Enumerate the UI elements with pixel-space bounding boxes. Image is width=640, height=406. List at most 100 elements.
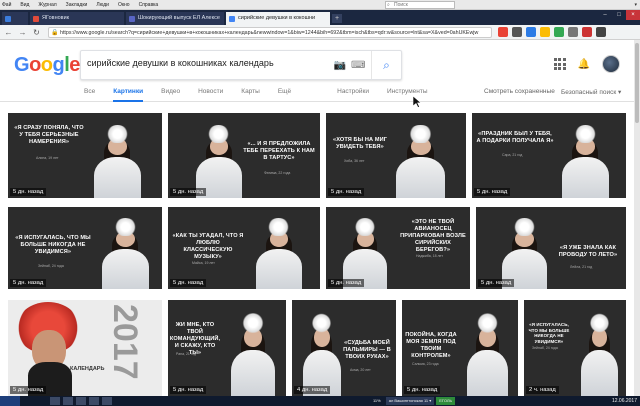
image-result[interactable]: «КАК ТЫ УГАДАЛ, ЧТО Я ЛЮБЛЮ КЛАССИЧЕСКУЮ… [168, 207, 320, 289]
tray-item[interactable]: ал Вашингтонская 11 ▾ [385, 397, 435, 405]
start-button[interactable] [0, 396, 20, 406]
extension-icon[interactable] [540, 27, 550, 37]
image-quote: «Я ИСПУГАЛАСЬ, ЧТО МЫ БОЛЬШЕ НИКОГДА НЕ … [528, 322, 570, 344]
image-quote: «ХОТЯ БЫ НА МиГ УВИДЕТЬ ТЕБЯ» [332, 137, 387, 150]
taskbar-app-icon[interactable] [50, 397, 60, 405]
extension-icon[interactable] [554, 27, 564, 37]
apps-grid-icon[interactable] [553, 58, 566, 70]
logo-letter: e [69, 54, 80, 76]
taskbar-app-icon[interactable] [76, 397, 86, 405]
extension-icon[interactable] [512, 27, 522, 37]
taskbar-app-icon[interactable] [102, 397, 112, 405]
browser-tab[interactable] [2, 12, 28, 25]
google-header: Google 📷 ⌨ ⌕ 🔔 Все Картинки Видео Новост… [0, 40, 634, 102]
forward-arrow-icon[interactable]: → [17, 27, 28, 38]
tab-all[interactable]: Все [84, 88, 95, 102]
image-quote: «Я СРАЗУ ПОНЯЛА, ЧТО У ТЕБЯ СЕРЬЕЗНЫЕ НА… [14, 125, 84, 145]
tab-images[interactable]: Картинки [113, 88, 144, 102]
google-logo[interactable]: Google [14, 54, 80, 77]
os-menu-item[interactable]: Окно [118, 0, 130, 10]
extension-icon[interactable] [582, 27, 592, 37]
image-signature: Зейнаб, 24 года [38, 264, 64, 268]
image-result[interactable]: «Я УЖЕ ЗНАЛА КАК ПРОВОДУ ТО ЛЕТО» Лейла,… [476, 207, 626, 289]
image-quote: «ЭТО НЕ ТВОЙ АВИАНОСЕЦ ПРИПАРКОВАН ВОЗЛЕ… [400, 219, 466, 253]
tab-settings[interactable]: Настройки [337, 88, 369, 102]
back-arrow-icon[interactable]: ← [3, 27, 14, 38]
os-menu-item[interactable]: Справка [139, 0, 159, 10]
taskbar-apps [50, 397, 112, 405]
os-menubar: Фай Вид Журнал Закладки Люди Окно Справк… [0, 0, 640, 10]
avatar[interactable] [602, 55, 620, 73]
image-signature: Алина, 19 лет [36, 156, 59, 160]
safe-search-toggle[interactable]: Безопасный поиск ▾ [561, 88, 621, 96]
os-menu-item[interactable]: Закладки [66, 0, 88, 10]
search-button[interactable]: ⌕ [371, 51, 401, 79]
image-signature: Зейнаб, 24 года [532, 346, 558, 350]
os-status-icons: ▾ [634, 0, 637, 10]
extension-icon[interactable] [568, 27, 578, 37]
image-result[interactable]: «... И Я ПРЕДЛОЖИЛА ТЕБЕ ПЕРЕЕХАТЬ К НАМ… [168, 113, 320, 198]
tab-maps[interactable]: Карты [241, 88, 260, 102]
taskbar-clock: 12.06.2017 [611, 398, 637, 404]
image-result[interactable]: «ЭТО НЕ ТВОЙ АВИАНОСЕЦ ПРИПАРКОВАН ВОЗЛЕ… [326, 207, 470, 289]
keyboard-icon[interactable]: ⌨ [351, 59, 365, 73]
search-input[interactable] [87, 58, 327, 68]
image-result[interactable]: «СУДЬБА МОЕЙ ПАЛЬМИРЫ — В ТВОИХ РУКАХ» А… [292, 300, 396, 396]
browser-tab-active[interactable]: сирийские девушки в кокошни [226, 12, 330, 25]
calendar-year: 2017 [106, 304, 144, 380]
image-result[interactable]: 2017 КАЛЕНДАРЬ 5 дн. назад [8, 300, 162, 396]
tab-title: ЯГовновик [42, 15, 70, 21]
saved-images-link[interactable]: Смотреть сохраненные [484, 88, 555, 95]
image-age-badge: 5 дн. назад [474, 188, 511, 196]
image-result[interactable]: «Я ИСПУГАЛАСЬ, ЧТО МЫ БОЛЬШЕ НИКОГДА НЕ … [524, 300, 626, 396]
tab-news[interactable]: Новости [198, 88, 223, 102]
chevron-down-icon[interactable]: ▾ [634, 2, 637, 8]
minimize-icon[interactable]: – [598, 10, 612, 20]
image-result[interactable]: ЖИ МНЕ, КТО ТВОЙ КОМАНДУЮЩИЙ, И СКАЖУ, К… [168, 300, 286, 396]
extension-icon[interactable] [498, 27, 508, 37]
close-icon[interactable]: × [626, 10, 640, 20]
os-menu-item[interactable]: Люди [96, 0, 109, 10]
tab-favicon-icon [5, 15, 11, 22]
taskbar-app-icon[interactable] [63, 397, 73, 405]
image-age-badge: 5 дн. назад [328, 279, 365, 287]
tab-more[interactable]: Ещё [278, 88, 291, 102]
camera-icon[interactable]: 📷 [333, 59, 347, 73]
browser-tabbar: ЯГовновик Шокирующий выпуск ЕЛ Алексе си… [0, 10, 640, 25]
image-quote: «Я ИСПУГАЛАСЬ, ЧТО МЫ БОЛЬШЕ НИКОГДА НЕ … [15, 235, 91, 255]
taskbar-app-icon[interactable] [89, 397, 99, 405]
reload-icon[interactable]: ↻ [31, 27, 42, 38]
browser-tab[interactable]: ЯГовновик [30, 12, 124, 25]
calendar-title: КАЛЕНДАРЬ [70, 366, 105, 372]
image-quote: «Я УЖЕ ЗНАЛА КАК ПРОВОДУ ТО ЛЕТО» [558, 245, 618, 258]
image-age-badge: 5 дн. назад [170, 188, 207, 196]
image-result[interactable]: «Я ИСПУГАЛАСЬ, ЧТО МЫ БОЛЬШЕ НИКОГДА НЕ … [8, 207, 162, 289]
os-menu-item[interactable]: Фай [2, 0, 11, 10]
image-quote: «ПРАЗДНИК БЫЛ У ТЕБЯ, А ПОДАРКИ ПОЛУЧАЛА… [476, 131, 554, 144]
page-scrollbar[interactable] [634, 40, 640, 396]
new-tab-button[interactable]: + [332, 14, 342, 23]
image-result[interactable]: «ПРАЗДНИК БЫЛ У ТЕБЯ, А ПОДАРКИ ПОЛУЧАЛА… [472, 113, 626, 198]
image-result[interactable]: «Я СРАЗУ ПОНЯЛА, ЧТО У ТЕБЯ СЕРЬЕЗНЫЕ НА… [8, 113, 162, 198]
maximize-icon[interactable]: □ [612, 10, 626, 20]
logo-letter: o [40, 54, 53, 76]
tray-item[interactable]: ЕГОЛЬ [436, 397, 456, 405]
mouse-cursor-icon [413, 96, 422, 108]
extension-icon[interactable] [526, 27, 536, 37]
tab-video[interactable]: Видео [161, 88, 180, 102]
address-bar[interactable]: 🔒 https://www.google.ru/search?q=сирийск… [48, 27, 492, 38]
image-age-badge: 5 дн. назад [328, 188, 365, 196]
os-menu-item[interactable]: Журнал [38, 0, 56, 10]
image-result[interactable]: ПОКОЙНА, КОГДА МОЯ ЗЕМЛЯ ПОД ТВОИМ КОНТР… [402, 300, 518, 396]
os-search-input[interactable]: ⌕ Поиск [385, 1, 455, 9]
tab-favicon-icon [33, 15, 39, 22]
browser-tab[interactable]: Шокирующий выпуск ЕЛ Алексе [126, 12, 224, 25]
system-tray: 11% ал Вашингтонская 11 ▾ ЕГОЛЬ [370, 396, 456, 406]
notifications-bell-icon[interactable]: 🔔 [578, 59, 590, 70]
menu-icon[interactable] [596, 27, 606, 37]
tray-item[interactable]: 11% [370, 397, 384, 405]
scrollbar-thumb[interactable] [635, 43, 639, 123]
os-menu-item[interactable]: Вид [20, 0, 29, 10]
image-result[interactable]: «ХОТЯ БЫ НА МиГ УВИДЕТЬ ТЕБЯ» Хиба, 36 л… [326, 113, 466, 198]
image-age-badge: 5 дн. назад [10, 279, 47, 287]
